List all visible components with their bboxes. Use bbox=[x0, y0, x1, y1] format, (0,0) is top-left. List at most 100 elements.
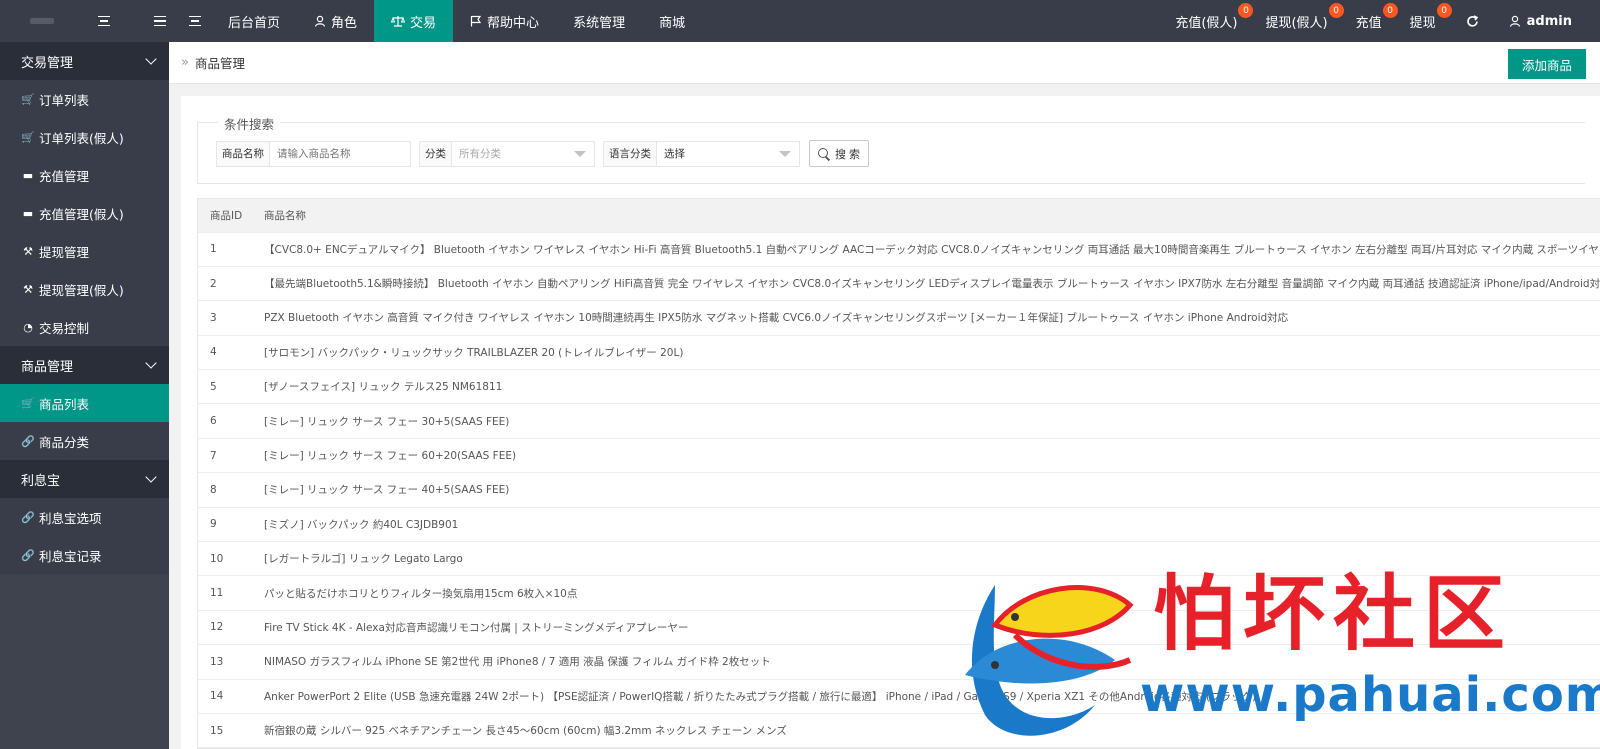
category-select-value: 所有分类 bbox=[459, 148, 501, 160]
nav-role[interactable]: 角色 bbox=[297, 0, 374, 42]
sidebar-item-orders[interactable]: 🛒 订单列表 bbox=[0, 80, 169, 118]
sidebar-item-interest-records[interactable]: 🔗 利息宝记录 bbox=[0, 536, 169, 574]
sidebar-item-label: 交易控制 bbox=[39, 320, 90, 336]
cell-id: 2 bbox=[198, 266, 254, 302]
table-row[interactable]: 15 新宿銀の蔵 シルバー 925 ベネチアンチェーン 長さ45～60cm (60… bbox=[198, 713, 1600, 749]
product-name-input[interactable] bbox=[270, 141, 410, 166]
nav-home-label: 后台首页 bbox=[228, 15, 281, 31]
sidebar-item-label: 充值管理(假人) bbox=[39, 206, 124, 222]
cell-name: [ミレー] リュック サース フェー 40+5(SAAS FEE) bbox=[254, 472, 1600, 508]
logo bbox=[30, 18, 54, 24]
sidebar-item-orders-fake[interactable]: 🛒 订单列表(假人) bbox=[0, 118, 169, 156]
cart-icon: 🛒 bbox=[21, 396, 35, 410]
chevron-down-icon bbox=[145, 471, 157, 483]
cell-name: 【CVC8.0+ ENCデュアルマイク】 Bluetooth イヤホン ワイヤレ… bbox=[254, 232, 1600, 267]
table-row[interactable]: 12 Fire TV Stick 4K - Alexa対応音声認識リモコン付属 |… bbox=[198, 610, 1600, 646]
table-header-row: 商品ID 商品名称 bbox=[198, 199, 1600, 233]
sidebar-item-withdraw[interactable]: ⚒ 提现管理 bbox=[0, 232, 169, 270]
sidebar-toggle-icon[interactable] bbox=[187, 0, 211, 42]
nav-withdraw-fake-label: 提现(假人) bbox=[1265, 15, 1328, 31]
table-row[interactable]: 1 【CVC8.0+ ENCデュアルマイク】 Bluetooth イヤホン ワイヤ… bbox=[198, 232, 1600, 267]
nav-recharge[interactable]: 充值 0 bbox=[1342, 0, 1398, 42]
nav-recharge-fake[interactable]: 充值(假人) 0 bbox=[1161, 0, 1254, 42]
table-row[interactable]: 6 [ミレー] リュック サース フェー 30+5(SAAS FEE) bbox=[198, 403, 1600, 439]
flag-icon bbox=[470, 15, 482, 27]
cell-name: Fire TV Stick 4K - Alexa対応音声認識リモコン付属 | ス… bbox=[254, 610, 1600, 646]
refresh-icon[interactable] bbox=[1450, 0, 1495, 42]
sidebar-item-label: 充值管理 bbox=[39, 168, 90, 184]
search-form: 商品名称 分类 所有分类 语言分类 选择 bbox=[216, 140, 870, 167]
sidebar-item-withdraw-fake[interactable]: ⚒ 提现管理(假人) bbox=[0, 270, 169, 308]
top-bar: 后台首页 角色 交易 帮助中心 系统管理 商城 充值(假人) 0 提现(假人) … bbox=[0, 0, 1600, 42]
sidebar-item-label: 提现管理 bbox=[39, 244, 90, 260]
cell-name: 【最先端Bluetooth5.1&瞬時接続】 Bluetooth イヤホン 自動… bbox=[254, 266, 1600, 302]
table-row[interactable]: 11 パッと貼るだけホコリとりフィルター換気扇用15cm 6枚入×10点 bbox=[198, 575, 1600, 611]
sidebar: 交易管理 🛒 订单列表 🛒 订单列表(假人) ▬ 充值管理 ▬ 充值管理(假人) ⚒ 提现… bbox=[0, 42, 169, 749]
cell-id: 12 bbox=[198, 610, 254, 646]
sidebar-group-interest[interactable]: 利息宝 bbox=[0, 460, 169, 498]
table-row[interactable]: 4 [サロモン] バックパック・リュックサック TRAILBLAZER 20 (ト… bbox=[198, 335, 1600, 371]
category-select[interactable]: 所有分类 bbox=[452, 142, 594, 166]
sidebar-item-trade-control[interactable]: ◔ 交易控制 bbox=[0, 308, 169, 346]
sidebar-item-recharge-fake[interactable]: ▬ 充值管理(假人) bbox=[0, 194, 169, 232]
sidebar-group-trade[interactable]: 交易管理 bbox=[0, 42, 169, 80]
user-icon bbox=[314, 15, 326, 27]
language-select[interactable]: 选择 bbox=[657, 142, 799, 166]
sidebar-item-label: 利息宝选项 bbox=[39, 510, 102, 526]
add-product-button[interactable]: 添加商品 bbox=[1507, 49, 1586, 79]
column-header-name: 商品名称 bbox=[254, 199, 1600, 233]
nav-home[interactable]: 后台首页 bbox=[211, 0, 297, 42]
cell-id: 3 bbox=[198, 300, 254, 336]
user-menu[interactable]: admin bbox=[1495, 0, 1600, 42]
table-row[interactable]: 7 [ミレー] リュック サース フェー 60+20(SAAS FEE) bbox=[198, 438, 1600, 474]
table-row[interactable]: 13 NIMASO ガラスフィルム iPhone SE 第2世代 用 iPhone… bbox=[198, 644, 1600, 680]
table-row[interactable]: 14 Anker PowerPort 2 Elite (USB 急速充電器 24W… bbox=[198, 679, 1600, 714]
nav-role-label: 角色 bbox=[331, 15, 358, 31]
search-button[interactable]: 搜 索 bbox=[809, 140, 870, 167]
search-fieldset: 条件搜索 商品名称 分类 所有分类 语言分类 选择 bbox=[197, 114, 1585, 184]
table-row[interactable]: 8 [ミレー] リュック サース フェー 40+5(SAAS FEE) bbox=[198, 472, 1600, 508]
nav-withdraw[interactable]: 提现 0 bbox=[1396, 0, 1452, 42]
table-row[interactable]: 5 [ザノースフェイス] リュック テルス25 NM61811 bbox=[198, 369, 1600, 405]
cell-name: パッと貼るだけホコリとりフィルター換気扇用15cm 6枚入×10点 bbox=[254, 575, 1600, 611]
sidebar-item-product-list[interactable]: 🛒 商品列表 bbox=[0, 384, 169, 422]
nav-help[interactable]: 帮助中心 bbox=[453, 0, 556, 42]
nav-shop[interactable]: 商城 bbox=[642, 0, 702, 42]
cell-name: [ミレー] リュック サース フェー 30+5(SAAS FEE) bbox=[254, 403, 1600, 439]
table-row[interactable]: 10 [レガートラルゴ] リュック Legato Largo bbox=[198, 541, 1600, 577]
breadcrumb: » 商品管理 bbox=[169, 42, 1600, 84]
nav-withdraw-label: 提现 bbox=[1409, 15, 1436, 31]
nav-withdraw-fake[interactable]: 提现(假人) 0 bbox=[1251, 0, 1344, 42]
link-icon: 🔗 bbox=[21, 434, 35, 448]
cell-id: 4 bbox=[198, 335, 254, 371]
sidebar-item-label: 利息宝记录 bbox=[39, 548, 102, 564]
table-row[interactable]: 2 【最先端Bluetooth5.1&瞬時接続】 Bluetooth イヤホン 自… bbox=[198, 266, 1600, 302]
top-nav: 后台首页 角色 交易 帮助中心 系统管理 商城 bbox=[187, 0, 702, 42]
cell-name: PZX Bluetooth イヤホン 高音質 マイク付き ワイヤレス イヤホン … bbox=[254, 300, 1600, 336]
cell-name: NIMASO ガラスフィルム iPhone SE 第2世代 用 iPhone8 … bbox=[254, 644, 1600, 680]
caret-down-icon bbox=[574, 150, 586, 157]
nav-system[interactable]: 系统管理 bbox=[556, 0, 642, 42]
menu-icon-alt[interactable] bbox=[154, 15, 166, 27]
sidebar-item-label: 订单列表 bbox=[39, 92, 90, 108]
cell-name: [ミズノ] バックパック 約40L C3JDB901 bbox=[254, 507, 1600, 543]
link-icon: 🔗 bbox=[21, 548, 35, 562]
table-row[interactable]: 9 [ミズノ] バックパック 約40L C3JDB901 bbox=[198, 507, 1600, 543]
nav-trade[interactable]: 交易 bbox=[374, 0, 454, 42]
username: admin bbox=[1526, 13, 1572, 29]
sidebar-item-label: 商品分类 bbox=[39, 434, 90, 450]
sidebar-group-products[interactable]: 商品管理 bbox=[0, 346, 169, 384]
sidebar-item-product-category[interactable]: 🔗 商品分类 bbox=[0, 422, 169, 460]
breadcrumb-current: 商品管理 bbox=[194, 56, 245, 71]
table-row[interactable]: 3 PZX Bluetooth イヤホン 高音質 マイク付き ワイヤレス イヤホン… bbox=[198, 300, 1600, 336]
sidebar-item-interest-options[interactable]: 🔗 利息宝选项 bbox=[0, 498, 169, 536]
search-icon bbox=[818, 147, 830, 160]
menu-icon[interactable] bbox=[98, 15, 110, 27]
sidebar-group-label: 交易管理 bbox=[21, 55, 74, 71]
language-group: 语言分类 选择 bbox=[603, 140, 800, 167]
language-label: 语言分类 bbox=[604, 141, 657, 166]
nav-recharge-label: 充值 bbox=[1355, 15, 1382, 31]
sidebar-item-recharge[interactable]: ▬ 充值管理 bbox=[0, 156, 169, 194]
sidebar-item-label: 订单列表(假人) bbox=[39, 130, 124, 146]
search-legend: 条件搜索 bbox=[218, 114, 281, 133]
